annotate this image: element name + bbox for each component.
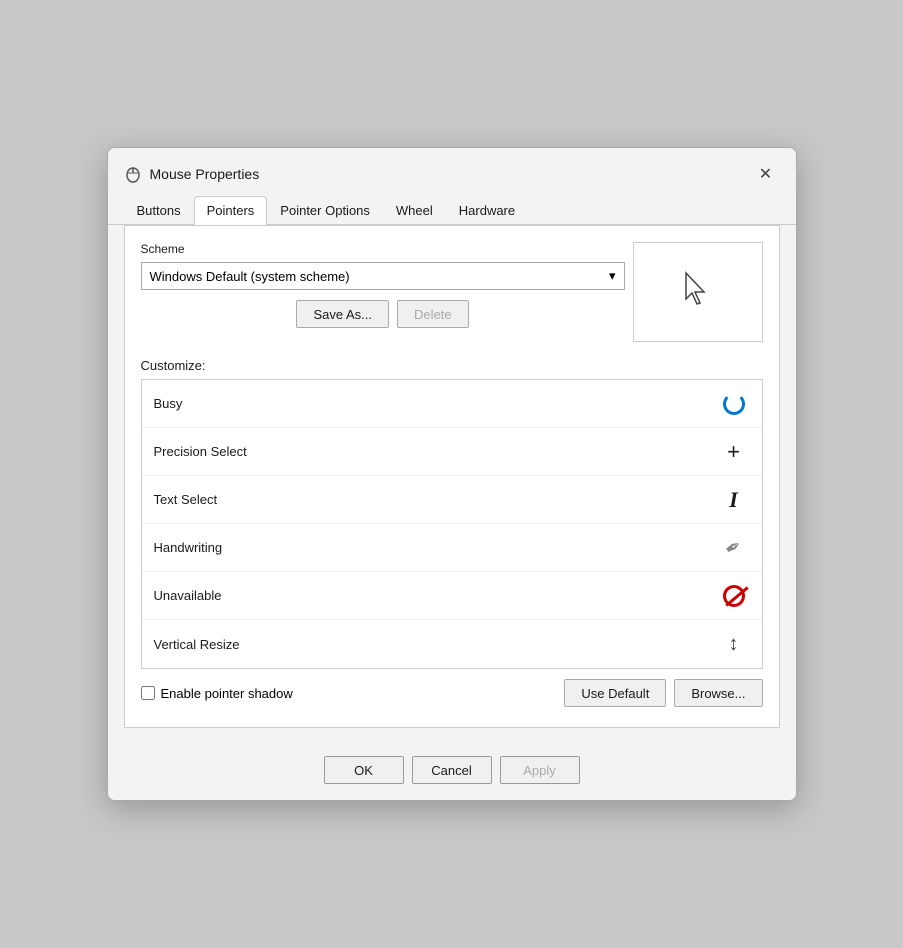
pointer-shadow-label[interactable]: Enable pointer shadow — [141, 686, 293, 701]
cursor-list[interactable]: Busy Precision Select + Text Select I — [141, 379, 763, 669]
title-bar: Mouse Properties ✕ — [108, 148, 796, 196]
browse-button[interactable]: Browse... — [674, 679, 762, 707]
use-default-button[interactable]: Use Default — [564, 679, 666, 707]
cursor-row-unavailable[interactable]: Unavailable — [142, 572, 762, 620]
scheme-preview — [633, 242, 763, 342]
scheme-section: Scheme Windows Default (system scheme) ▾… — [141, 242, 763, 342]
cursor-row-text[interactable]: Text Select I — [142, 476, 762, 524]
cursor-name-vresize: Vertical Resize — [154, 637, 718, 652]
chevron-down-icon: ▾ — [609, 268, 616, 284]
cursor-name-busy: Busy — [154, 396, 718, 411]
tab-buttons[interactable]: Buttons — [124, 196, 194, 225]
scheme-value: Windows Default (system scheme) — [150, 269, 350, 284]
cursor-row-handwriting[interactable]: Handwriting ✒ — [142, 524, 762, 572]
pointer-shadow-text: Enable pointer shadow — [161, 686, 293, 701]
save-as-button[interactable]: Save As... — [296, 300, 389, 328]
mouse-icon — [124, 165, 142, 183]
tab-pointers[interactable]: Pointers — [194, 196, 268, 225]
tab-wheel[interactable]: Wheel — [383, 196, 446, 225]
delete-button[interactable]: Delete — [397, 300, 469, 328]
cursor-row-busy[interactable]: Busy — [142, 380, 762, 428]
tab-hardware[interactable]: Hardware — [446, 196, 528, 225]
apply-button[interactable]: Apply — [500, 756, 580, 784]
precision-cursor-icon: + — [718, 436, 750, 468]
pointer-shadow-checkbox[interactable] — [141, 686, 155, 700]
customize-label: Customize: — [141, 358, 763, 373]
scheme-label: Scheme — [141, 242, 625, 256]
text-cursor-icon: I — [718, 484, 750, 516]
cursor-name-text: Text Select — [154, 492, 718, 507]
scheme-dropdown[interactable]: Windows Default (system scheme) ▾ — [141, 262, 625, 290]
cursor-name-handwriting: Handwriting — [154, 540, 718, 555]
cancel-button[interactable]: Cancel — [412, 756, 492, 784]
dialog-title: Mouse Properties — [150, 166, 752, 182]
cursor-preview-icon — [682, 271, 714, 314]
scheme-buttons: Save As... Delete — [141, 300, 625, 328]
ok-button[interactable]: OK — [324, 756, 404, 784]
handwriting-cursor-icon: ✒ — [718, 532, 750, 564]
vresize-cursor-icon: ↕ — [718, 628, 750, 660]
tab-pointer-options[interactable]: Pointer Options — [267, 196, 383, 225]
dialog-footer: OK Cancel Apply — [108, 744, 796, 800]
main-content: Scheme Windows Default (system scheme) ▾… — [124, 225, 780, 728]
unavailable-cursor-icon — [718, 580, 750, 612]
scheme-left: Scheme Windows Default (system scheme) ▾… — [141, 242, 625, 342]
cursor-row-vresize[interactable]: Vertical Resize ↕ — [142, 620, 762, 668]
busy-cursor-icon — [718, 388, 750, 420]
close-button[interactable]: ✕ — [752, 160, 780, 188]
bottom-section: Enable pointer shadow Use Default Browse… — [141, 669, 763, 711]
mouse-properties-dialog: Mouse Properties ✕ Buttons Pointers Poin… — [107, 147, 797, 801]
cursor-name-unavailable: Unavailable — [154, 588, 718, 603]
tab-bar: Buttons Pointers Pointer Options Wheel H… — [108, 196, 796, 225]
cursor-row-precision[interactable]: Precision Select + — [142, 428, 762, 476]
bottom-right-buttons: Use Default Browse... — [564, 679, 762, 707]
cursor-name-precision: Precision Select — [154, 444, 718, 459]
